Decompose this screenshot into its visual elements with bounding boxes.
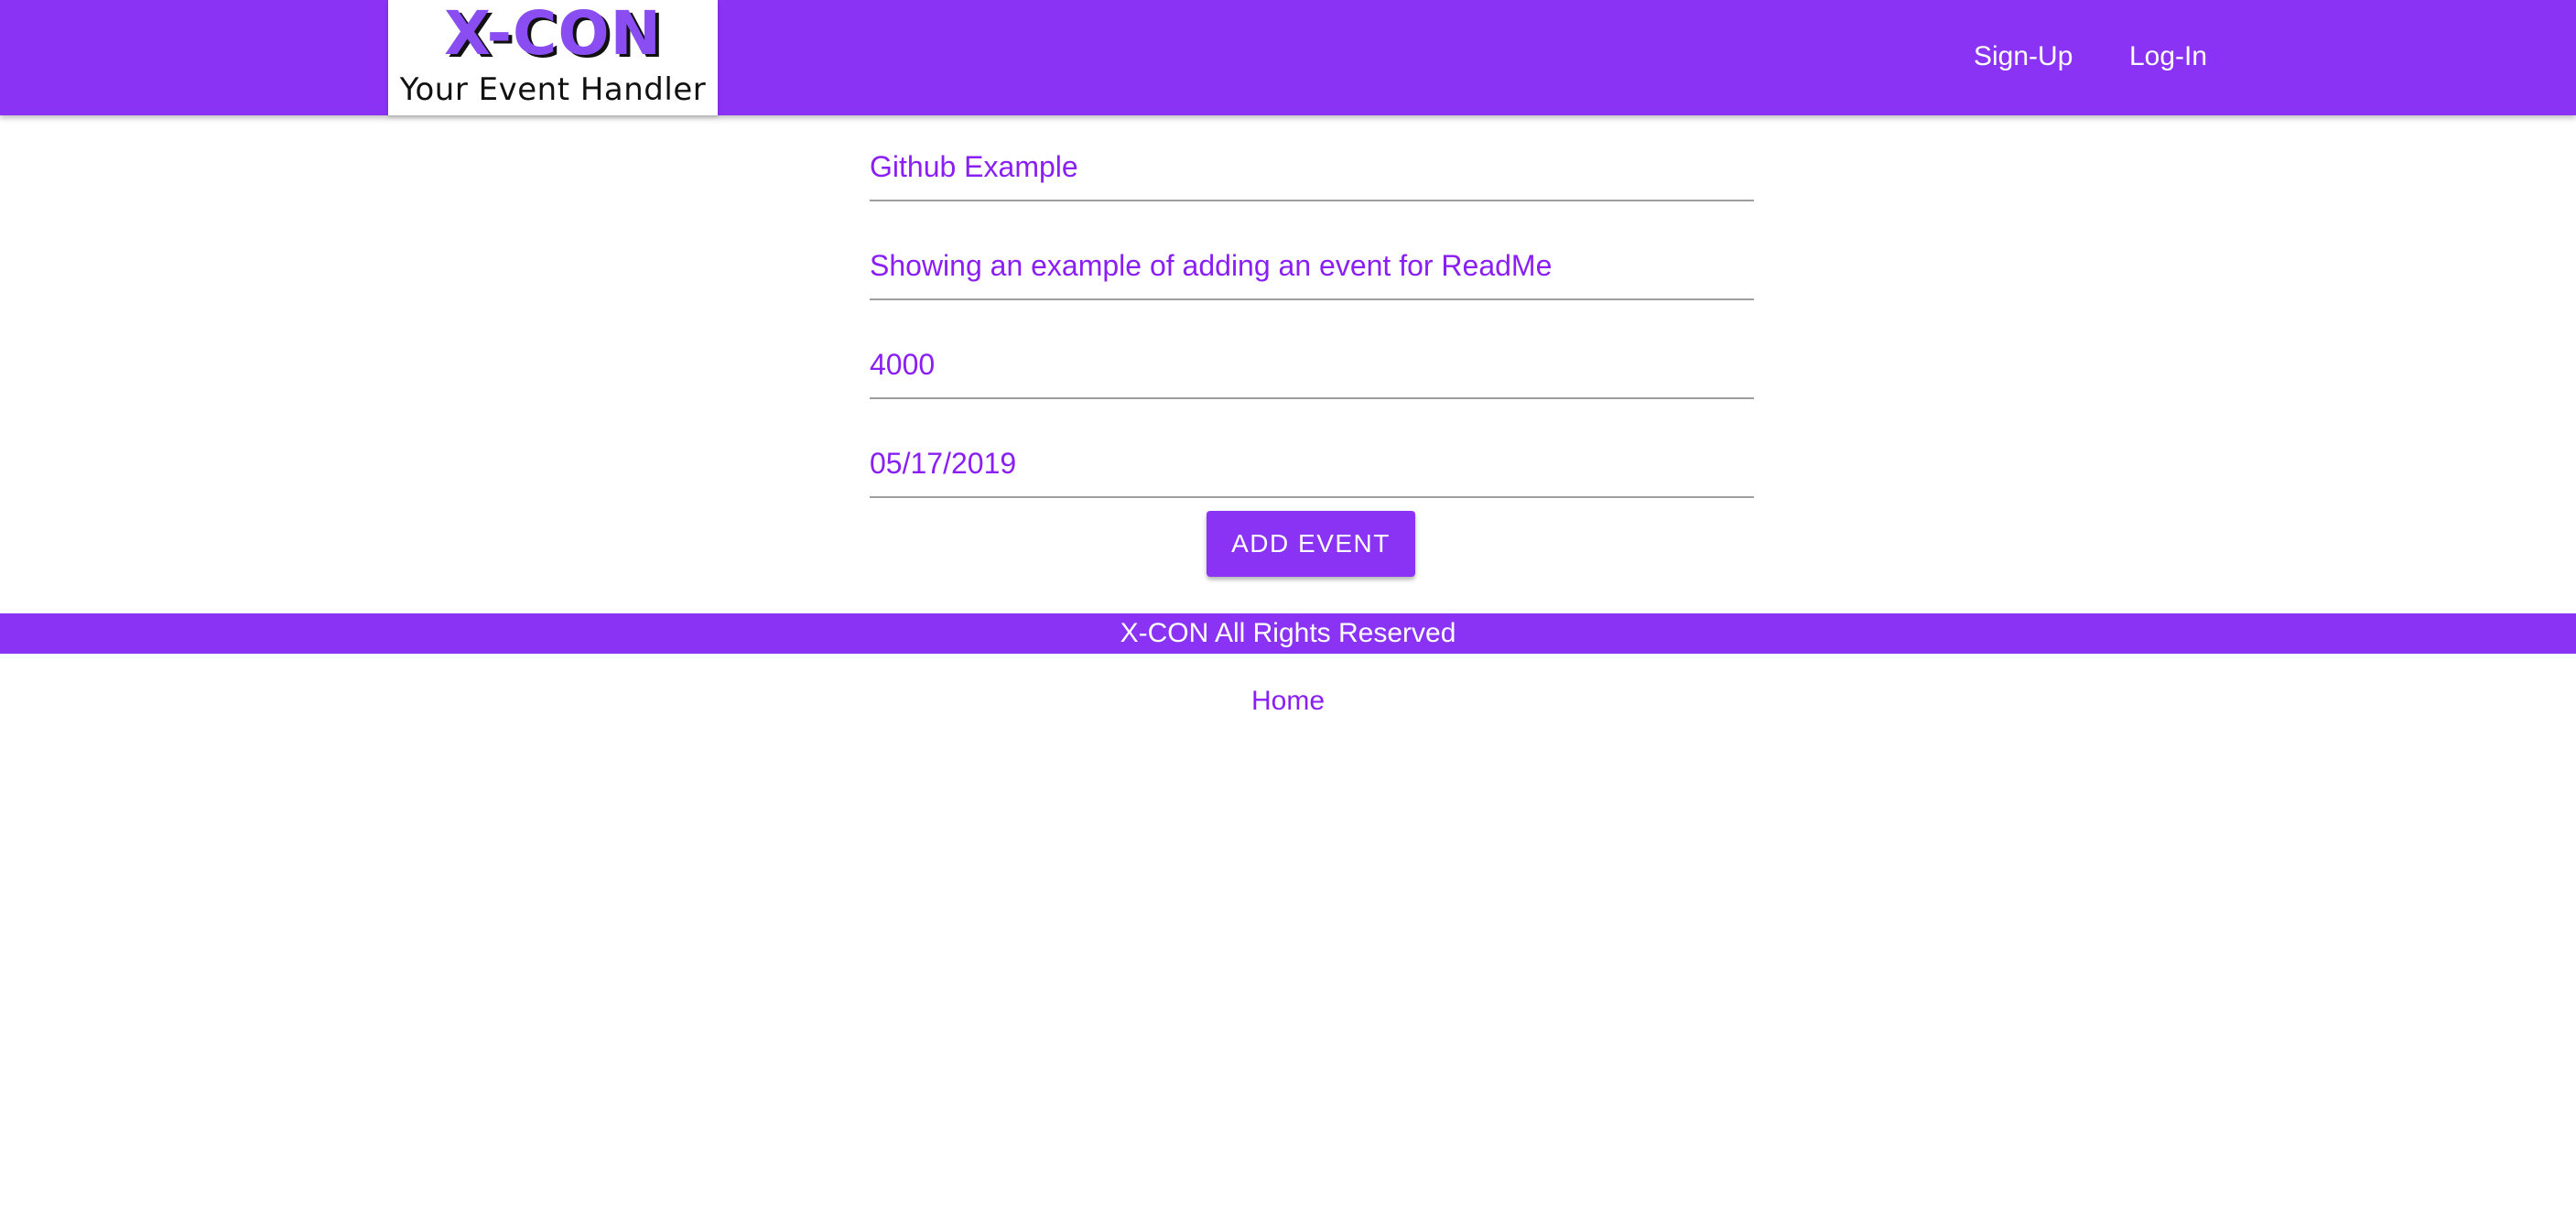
top-navbar: X-CON Your Event Handler Sign-Up Log-In [0, 0, 2576, 115]
brand-logo[interactable]: X-CON Your Event Handler [388, 0, 718, 115]
event-name-input[interactable] [870, 134, 1754, 201]
event-date-input[interactable] [870, 430, 1754, 498]
brand-logo-title: X-CON [444, 0, 662, 69]
add-event-form [870, 119, 1754, 515]
event-number-input[interactable] [870, 331, 1754, 399]
home-link[interactable]: Home [1251, 686, 1325, 716]
footer-bar: X-CON All Rights Reserved [0, 613, 2576, 654]
add-event-button[interactable]: ADD EVENT [1207, 511, 1415, 577]
event-name-field [870, 119, 1754, 218]
event-description-field [870, 218, 1754, 317]
home-link-row: Home [0, 681, 2576, 721]
event-date-field [870, 416, 1754, 515]
login-link[interactable]: Log-In [2129, 37, 2207, 77]
event-description-input[interactable] [870, 233, 1754, 300]
brand-logo-subtitle: Your Event Handler [399, 71, 707, 108]
signup-link[interactable]: Sign-Up [1974, 37, 2073, 77]
event-number-field [870, 317, 1754, 416]
